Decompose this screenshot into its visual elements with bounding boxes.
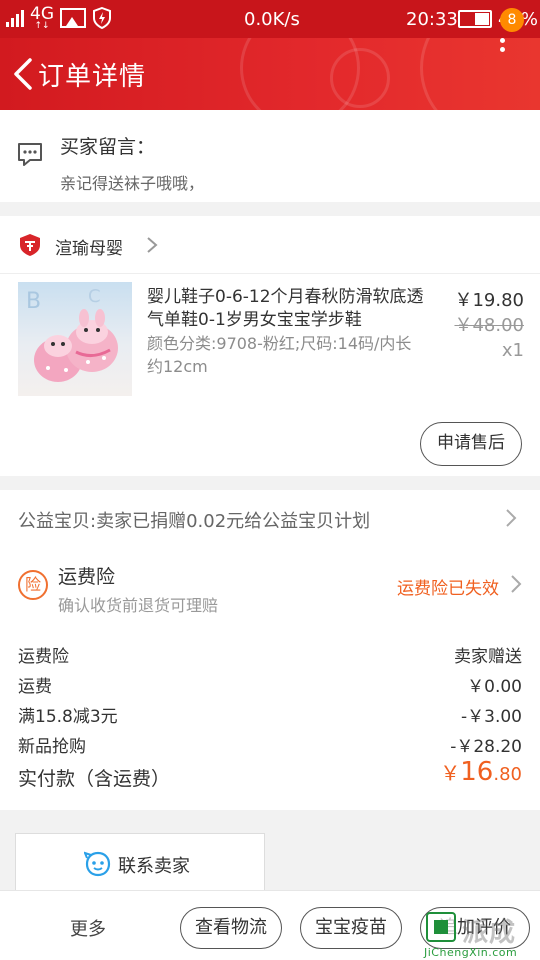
contact-seller-label: 联系卖家 bbox=[118, 856, 190, 877]
fee-label: 满15.8减3元 bbox=[18, 707, 118, 727]
fee-label: 运费 bbox=[18, 677, 52, 697]
more-dots-icon[interactable] bbox=[500, 38, 506, 56]
message-title: 买家留言： bbox=[60, 136, 156, 158]
watermark-brand: 派成 bbox=[462, 918, 517, 948]
charity-row[interactable]: 公益宝贝:卖家已捐赠0.02元给公益宝贝计划 bbox=[0, 490, 540, 546]
view-logistics-button[interactable]: 查看物流 bbox=[180, 907, 282, 949]
svg-text:C: C bbox=[88, 286, 101, 307]
network-type: 4G ↑↓ bbox=[30, 4, 54, 31]
fee-label: 新品抢购 bbox=[18, 737, 86, 757]
fee-value: 卖家赠送 bbox=[454, 647, 522, 667]
product-quantity: x1 bbox=[501, 340, 524, 361]
back-arrow-icon[interactable] bbox=[10, 56, 40, 92]
total-label: 实付款（含运费） bbox=[18, 768, 171, 790]
notification-badge: 8 bbox=[500, 8, 524, 32]
after-sale-button[interactable]: 申请售后 bbox=[420, 422, 522, 466]
fee-value: ￥0.00 bbox=[467, 677, 522, 697]
fee-value: -￥3.00 bbox=[461, 707, 522, 727]
order-item-section: 渲瑜母婴 B C 婴儿鞋子0-6-12个月春秋防滑软底透气单鞋0-1岁男女宝宝学… bbox=[0, 216, 540, 476]
chat-face-icon bbox=[84, 851, 111, 877]
fee-row: 新品抢购 -￥28.20 bbox=[18, 732, 522, 758]
shop-row[interactable]: 渲瑜母婴 bbox=[0, 216, 540, 274]
page-title: 订单详情 bbox=[38, 62, 147, 92]
more-button[interactable]: 更多 bbox=[70, 915, 106, 941]
product-title[interactable]: 婴儿鞋子0-6-12个月春秋防滑软底透气单鞋0-1岁男女宝宝学步鞋 bbox=[147, 286, 425, 332]
message-bubble-icon bbox=[18, 143, 42, 166]
status-bar: 4G ↑↓ 0.0K/s 20:33 49% bbox=[0, 0, 540, 38]
shop-logo-icon bbox=[20, 234, 40, 256]
insurance-subtitle: 确认收货前退货可理赔 bbox=[58, 596, 219, 615]
chevron-right-icon bbox=[147, 237, 158, 253]
original-price: ￥48.00 bbox=[454, 315, 524, 336]
network-speed: 0.0K/s bbox=[244, 9, 300, 30]
svg-text:B: B bbox=[26, 289, 41, 314]
app-header: 订单详情 bbox=[0, 38, 540, 110]
fee-row: 满15.8减3元 -￥3.00 bbox=[18, 702, 522, 728]
baby-vaccine-button[interactable]: 宝宝疫苗 bbox=[300, 907, 402, 949]
image-notification-icon bbox=[60, 8, 86, 28]
total-integer: 16 bbox=[460, 757, 494, 787]
watermark-square-icon bbox=[426, 912, 456, 942]
chevron-right-icon bbox=[506, 509, 517, 527]
fee-row: 运费 ￥0.00 bbox=[18, 672, 522, 698]
shop-name: 渲瑜母婴 bbox=[55, 239, 123, 259]
contact-seller-button[interactable]: 联系卖家 bbox=[15, 833, 265, 893]
charity-text: 公益宝贝:卖家已捐赠0.02元给公益宝贝计划 bbox=[18, 511, 371, 532]
insurance-status-link[interactable]: 运费险已失效 bbox=[397, 574, 499, 599]
fee-value: -￥28.20 bbox=[450, 737, 522, 757]
payment-summary-section: 险 运费险 确认收货前退货可理赔 运费险已失效 运费险 卖家赠送 运费 ￥0.0… bbox=[0, 546, 540, 810]
product-sku: 颜色分类:9708-粉红;尺码:14码/内长约12cm bbox=[147, 334, 412, 376]
chevron-right-icon[interactable] bbox=[510, 574, 522, 594]
shield-icon bbox=[93, 7, 111, 29]
total-decimal: .80 bbox=[493, 764, 522, 785]
fee-label: 运费险 bbox=[18, 647, 69, 667]
total-currency: ￥ bbox=[440, 761, 461, 785]
watermark-logo: 派成 JiChengXin.com bbox=[424, 906, 540, 960]
insurance-title: 运费险 bbox=[58, 566, 116, 588]
fee-row: 运费险 卖家赠送 bbox=[18, 642, 522, 668]
clock: 20:33 bbox=[406, 9, 458, 30]
product-image[interactable]: B C bbox=[18, 282, 132, 396]
battery-icon bbox=[458, 10, 492, 28]
insurance-icon: 险 bbox=[18, 570, 48, 600]
product-price: ￥19.80 bbox=[454, 290, 524, 311]
message-text: 亲记得送袜子哦哦， bbox=[60, 174, 205, 193]
total-amount: ￥16.80 bbox=[440, 757, 522, 787]
watermark-url: JiChengXin.com bbox=[424, 946, 518, 959]
buyer-message-section: 买家留言： 亲记得送袜子哦哦， bbox=[0, 110, 540, 202]
signal-icon bbox=[6, 9, 24, 27]
